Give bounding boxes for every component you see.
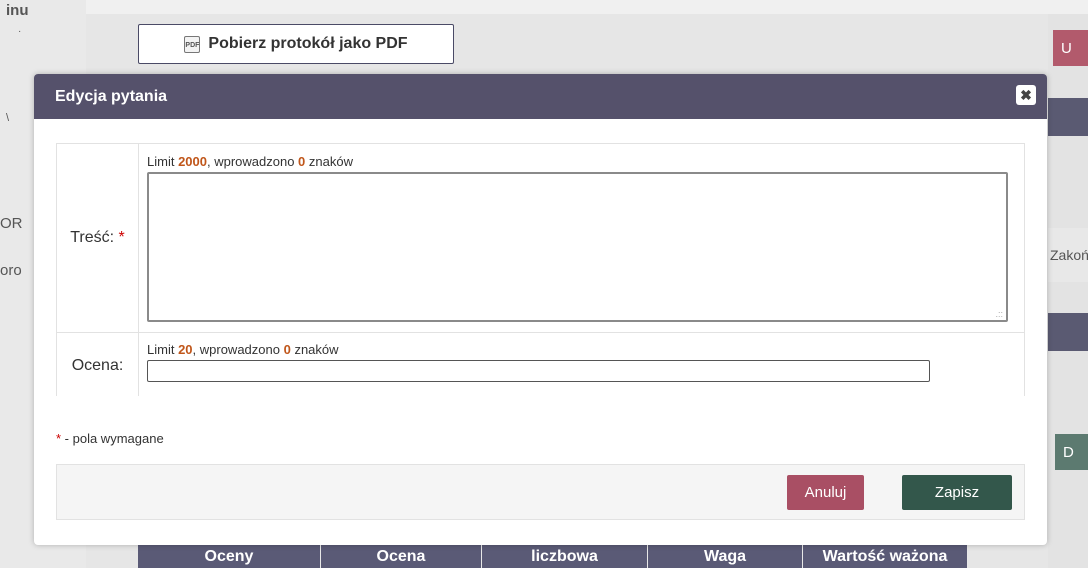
right-action-button[interactable]: U xyxy=(1053,30,1088,66)
dialog-header: Edycja pytania ✖ xyxy=(34,74,1047,119)
dialog-title: Edycja pytania xyxy=(55,87,168,105)
grade-char-limit: Limit 20, wprowadzono 0 znaków xyxy=(147,342,339,357)
content-field-cell: Limit 2000, wprowadzono 0 znaków .:: xyxy=(138,143,1025,333)
download-pdf-label: Pobierz protokół jako PDF xyxy=(208,35,408,52)
content-label-cell: Treść: * xyxy=(56,143,139,333)
content-textarea[interactable]: .:: xyxy=(147,172,1008,322)
grade-field-cell: Limit 20, wprowadzono 0 znaków xyxy=(138,332,1025,396)
sidebar-fragment: oro xyxy=(0,262,22,279)
question-form: Treść: * Limit 2000, wprowadzono 0 znakó… xyxy=(56,143,1025,396)
save-button[interactable]: Zapisz xyxy=(902,475,1012,510)
sidebar-fragment: · xyxy=(18,26,22,37)
sidebar-fragment: \ xyxy=(6,112,10,124)
form-scroll-area[interactable]: Treść: * Limit 2000, wprowadzono 0 znakó… xyxy=(56,143,1025,396)
required-marker: * xyxy=(118,229,125,246)
close-icon[interactable]: ✖ xyxy=(1016,85,1036,105)
download-pdf-button[interactable]: PDF Pobierz protokół jako PDF xyxy=(138,24,454,64)
required-fields-note: * - pola wymagane xyxy=(56,431,164,446)
right-green-button[interactable]: D xyxy=(1055,434,1088,470)
grade-label: Ocena: xyxy=(71,357,124,374)
right-panel-header xyxy=(1048,313,1088,351)
grade-row: Ocena: Limit 20, wprowadzono 0 znaków xyxy=(56,332,1025,396)
right-panel-header xyxy=(1048,98,1088,136)
finish-button[interactable]: Zakoń xyxy=(1048,228,1088,282)
grade-label-cell: Ocena: xyxy=(56,332,139,396)
top-strip xyxy=(86,0,1088,14)
sidebar-fragment: OR xyxy=(0,215,23,232)
content-row: Treść: * Limit 2000, wprowadzono 0 znakó… xyxy=(56,143,1025,333)
grade-input[interactable] xyxy=(147,360,930,382)
edit-question-dialog: Edycja pytania ✖ Treść: * Limit 2000, wp… xyxy=(34,74,1047,545)
resize-handle-icon[interactable]: .:: xyxy=(995,309,1003,319)
pdf-file-icon: PDF xyxy=(184,35,201,53)
sidebar-fragment: inu xyxy=(6,2,29,19)
dialog-footer: Anuluj Zapisz xyxy=(56,464,1025,520)
content-label: Treść: xyxy=(70,229,115,246)
content-char-limit: Limit 2000, wprowadzono 0 znaków xyxy=(147,154,353,169)
cancel-button[interactable]: Anuluj xyxy=(787,475,864,510)
